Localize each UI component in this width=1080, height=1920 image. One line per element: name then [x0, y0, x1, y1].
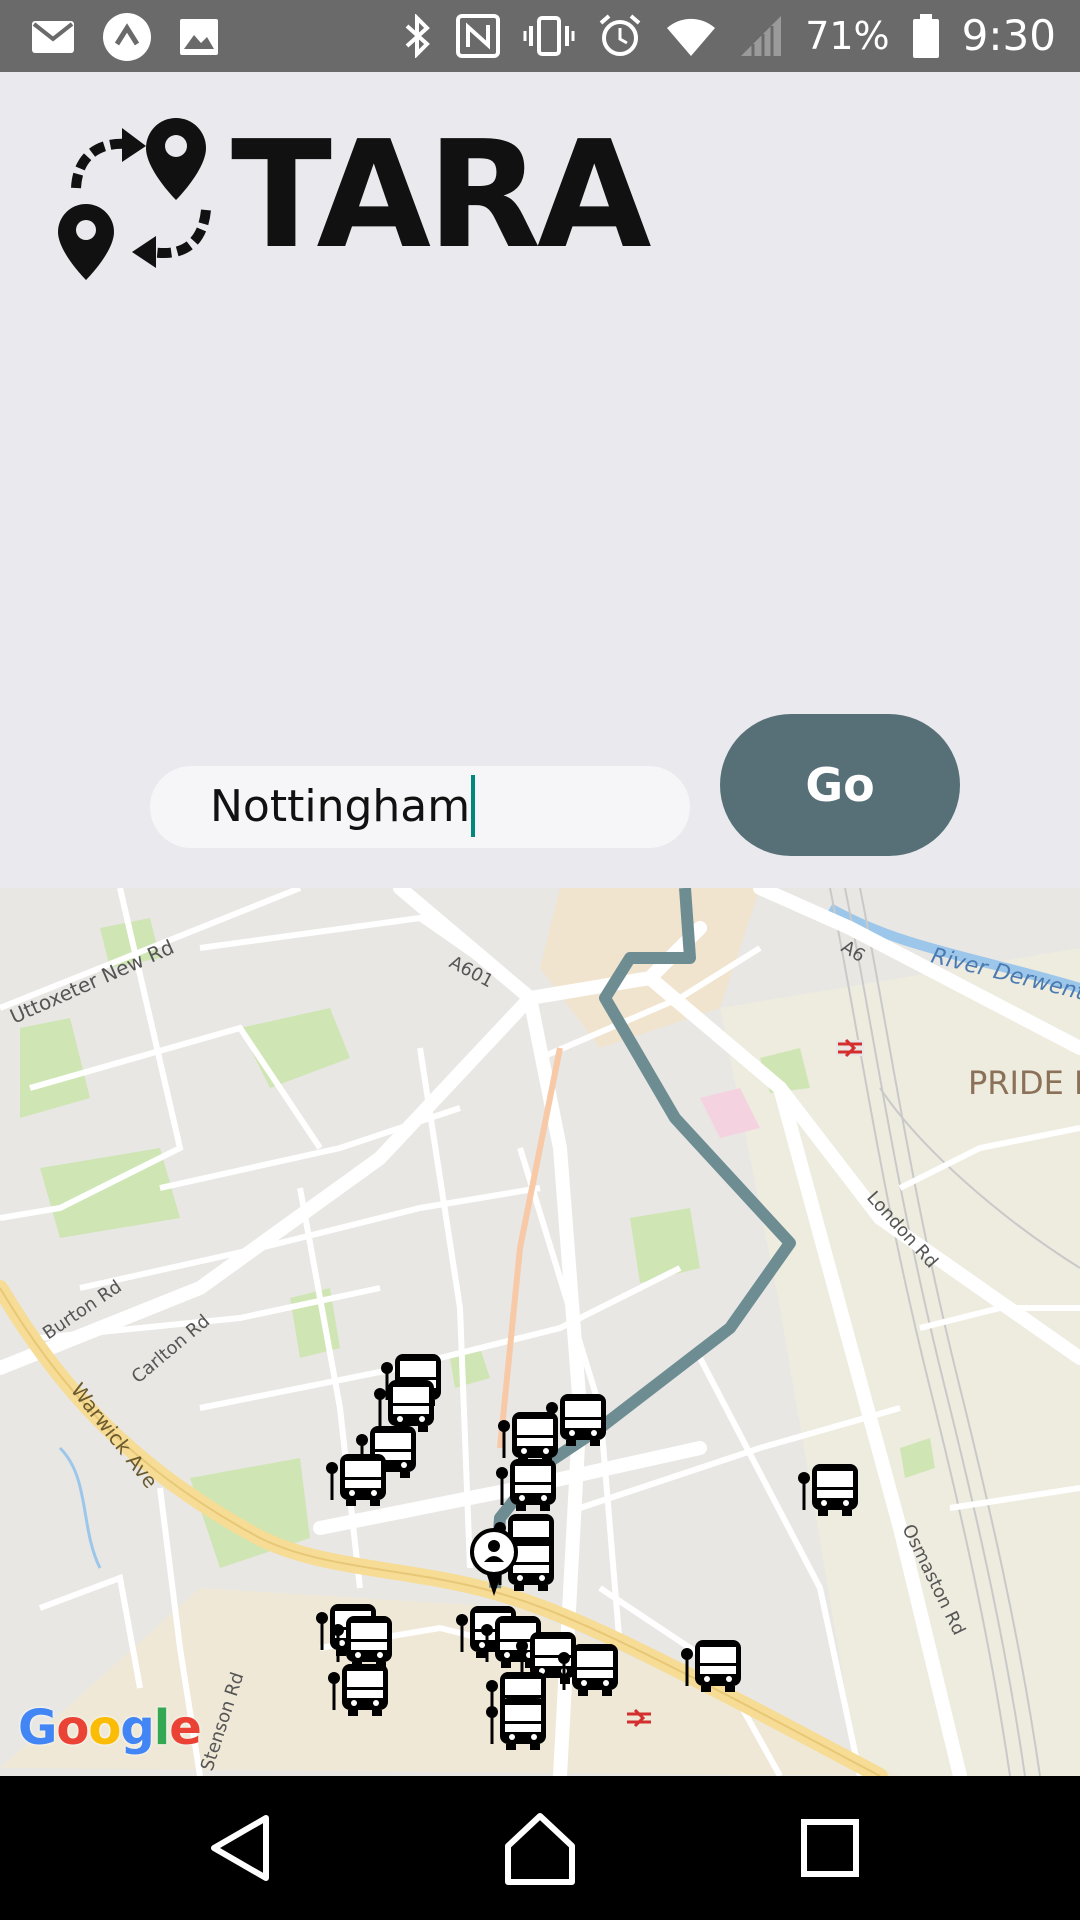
battery-percent: 71%	[805, 14, 890, 58]
system-icons: 71% 9:30	[403, 8, 1056, 64]
wifi-icon	[667, 18, 716, 56]
google-attribution: Google	[18, 1700, 202, 1756]
navigation-bar	[0, 1776, 1080, 1920]
map-view[interactable]: Uttoxeter New Rd A601 A6 River Derwent P…	[0, 888, 1080, 1776]
alarm-icon	[599, 14, 641, 56]
rail-station-icon	[625, 1708, 653, 1728]
app-logo: TARA	[56, 110, 652, 280]
status-bar: 71% 9:30	[0, 0, 1080, 72]
bluetooth-icon	[405, 14, 431, 58]
signal-icon	[741, 16, 782, 56]
text-cursor	[471, 775, 476, 837]
search-value: Nottingham	[210, 781, 471, 832]
back-icon[interactable]	[200, 1808, 280, 1888]
gallery-icon	[180, 19, 218, 55]
map-canvas: Uttoxeter New Rd A601 A6 River Derwent P…	[0, 888, 1080, 1776]
go-button[interactable]: Go	[720, 714, 960, 856]
recents-icon[interactable]	[790, 1808, 870, 1888]
arrow-app-icon	[103, 13, 151, 61]
battery-icon	[912, 14, 939, 58]
vibrate-icon	[523, 16, 575, 56]
map-label-pride: PRIDE P	[968, 1064, 1080, 1102]
home-icon[interactable]	[500, 1808, 580, 1888]
rail-station-icon	[836, 1038, 864, 1058]
app-title: TARA	[231, 109, 652, 281]
location-search-field[interactable]: Nottingham	[150, 766, 690, 848]
search-input[interactable]: Nottingham	[210, 766, 476, 848]
route-pins-icon	[58, 118, 211, 280]
clock: 9:30	[961, 11, 1056, 60]
notification-icons	[30, 12, 220, 62]
gmail-icon	[32, 21, 74, 53]
nfc-icon	[456, 14, 501, 58]
